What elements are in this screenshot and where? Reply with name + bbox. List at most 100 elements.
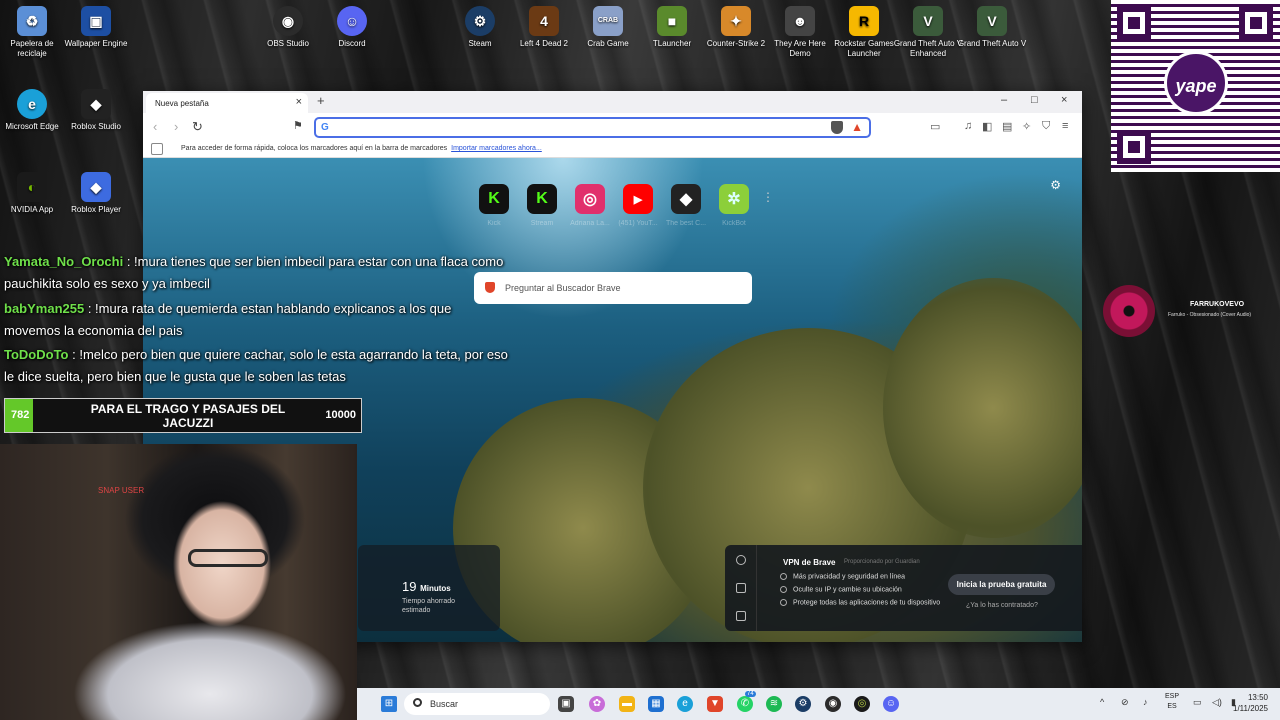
desktop-icon-nvidia[interactable]: ◐ NVIDIA App (0, 172, 68, 215)
app-icon[interactable]: ◎ (854, 696, 870, 712)
task-view-icon[interactable]: ▣ (558, 696, 574, 712)
file-explorer-icon[interactable]: ▬ (619, 696, 635, 712)
card-icon[interactable] (736, 611, 746, 621)
cs2-icon: ✦ (721, 6, 751, 36)
left4dead-icon: 4 (529, 6, 559, 36)
leo-ai-icon[interactable]: ✧ (1022, 120, 1031, 133)
apps-grid-icon[interactable] (151, 143, 163, 155)
more-options-icon[interactable]: ⋮ (762, 190, 774, 204)
brave-icon[interactable]: ▼ (707, 696, 723, 712)
system-clock[interactable]: 13:50 1/11/2025 (1233, 692, 1268, 714)
brave-shields-icon[interactable] (831, 121, 843, 134)
desktop-icon-cs2[interactable]: ✦ Counter-Strike 2 (700, 6, 772, 49)
album-disc-icon (1103, 285, 1155, 337)
start-free-trial-button[interactable]: Inicia la prueba gratuita (948, 574, 1055, 595)
desktop-icon-rockstar[interactable]: R Rockstar Games Launcher (828, 6, 900, 59)
top-site-kick[interactable]: K Kick (474, 184, 514, 227)
vpn-shield-icon[interactable] (736, 555, 746, 565)
microphone-icon[interactable]: ♪ (1143, 697, 1148, 707)
wallet-icon[interactable]: ▤ (1002, 120, 1012, 133)
chat-message: Yamata_No_Orochi : !mura tienes que ser … (4, 254, 504, 291)
desktop-icon-left4dead[interactable]: 4 Left 4 Dead 2 (508, 6, 580, 49)
desktop-icon-gta[interactable]: V Grand Theft Auto V (956, 6, 1028, 49)
edge-icon[interactable]: e (677, 696, 693, 712)
bookmark-icon[interactable]: ⚑ (293, 119, 303, 132)
desktop-icon-they-are-here[interactable]: ☻ They Are Here Demo (764, 6, 836, 59)
desktop-icon-tlauncher[interactable]: ■ TLauncher (636, 6, 708, 49)
tab-new-tab[interactable]: Nueva pestaña × (146, 93, 308, 113)
sidebar-icon[interactable]: ◧ (982, 120, 992, 133)
media-icon[interactable]: ♫ (964, 120, 972, 132)
top-site-stream[interactable]: K Stream (522, 184, 562, 227)
copilot-icon[interactable]: ✿ (589, 696, 605, 712)
instagram-icon: ◎ (575, 184, 605, 214)
top-site-youtube[interactable]: ▶ (451) YouT... (618, 184, 658, 227)
address-bar[interactable]: G ▲ (314, 117, 871, 138)
desktop-icon-roblox-studio[interactable]: ◆ Roblox Studio (60, 89, 132, 132)
input-language[interactable]: ESP ES (1165, 692, 1179, 712)
steam-icon[interactable]: ⚙ (795, 696, 811, 712)
desktop-icon-gta-enhanced[interactable]: V Grand Theft Auto V Enhanced (892, 6, 964, 59)
rockstar-icon: R (849, 6, 879, 36)
volume-icon[interactable]: ◁) (1212, 697, 1222, 708)
back-button[interactable]: ‹ (153, 119, 157, 134)
desktop-icon-steam[interactable]: ⚙ Steam (444, 6, 516, 49)
customize-gear-icon[interactable]: ⚙ (1050, 178, 1061, 192)
top-site-the-best[interactable]: ◆ The best C... (666, 184, 706, 227)
toolbar: ‹ › ↻ ⚑ G ▲ ▭ ♫ ◧ ▤ ✧ ⛉ ≡ (143, 113, 1082, 141)
kickbot-icon: ✲ (719, 184, 749, 214)
warning-icon[interactable] (736, 583, 746, 593)
discord-icon[interactable]: ☺ (883, 696, 899, 712)
alien-icon: ☻ (785, 6, 815, 36)
forward-button[interactable]: › (174, 119, 178, 134)
donation-goal-bar: 782 PARA EL TRAGO Y PASAJES DEL JACUZZI … (4, 398, 362, 433)
desktop-icon-crab-game[interactable]: CRAB Crab Game (572, 6, 644, 49)
time-saved-widget: 19 Minutos Tiempo ahorrado estimado (358, 545, 500, 631)
network-off-icon[interactable]: ⊘ (1121, 697, 1129, 708)
close-tab-icon[interactable]: × (296, 96, 302, 108)
qr-finder (1117, 130, 1151, 164)
google-icon: G (321, 122, 329, 133)
obs-icon[interactable]: ◉ (825, 696, 841, 712)
discord-icon: ☺ (337, 6, 367, 36)
already-purchased-link[interactable]: ¿Ya lo has contratado? (966, 602, 1038, 609)
roblox-icon: ◆ (81, 172, 111, 202)
tab-search-icon[interactable]: ▭ (930, 120, 940, 133)
glasses (188, 549, 268, 567)
desktop-icon-wallpaper-engine[interactable]: ▣ Wallpaper Engine (60, 6, 132, 49)
vpn-icon[interactable]: ⛉ (1042, 120, 1050, 133)
desktop-icon-roblox[interactable]: ◆ Roblox Player (60, 172, 132, 215)
vpn-promo-widget: VPN de Brave Proporcionado por Guardian … (725, 545, 1082, 631)
microsoft-store-icon[interactable]: ▦ (648, 696, 664, 712)
tlauncher-icon: ■ (657, 6, 687, 36)
desktop-icon-recycle-bin[interactable]: ♻ Papelera de reciclaje (0, 6, 68, 59)
reload-button[interactable]: ↻ (192, 119, 203, 135)
desktop-icon-discord[interactable]: ☺ Discord (316, 6, 388, 49)
game-icon: ◆ (671, 184, 701, 214)
kick-icon: K (527, 184, 557, 214)
top-site-kickbot[interactable]: ✲ KickBot (714, 184, 754, 227)
new-tab-button[interactable]: + (317, 93, 325, 108)
import-bookmarks-link[interactable]: Importar marcadores ahora... (451, 145, 542, 152)
maximize-button[interactable]: □ (1031, 94, 1038, 106)
tray-chevron-icon[interactable]: ^ (1100, 697, 1104, 707)
spotify-icon[interactable]: ≋ (766, 696, 782, 712)
desktop-icon-obs[interactable]: ◉ OBS Studio (252, 6, 324, 49)
top-site-instagram[interactable]: ◎ Adriana La... (570, 184, 610, 227)
gta-icon: V (913, 6, 943, 36)
menu-icon[interactable]: ≡ (1062, 120, 1068, 132)
display-icon[interactable]: ▭ (1193, 697, 1202, 708)
minimize-button[interactable]: – (1001, 94, 1007, 106)
taskbar-search-box[interactable]: Buscar (404, 693, 550, 715)
wallpaper-engine-icon: ▣ (81, 6, 111, 36)
obs-icon: ◉ (273, 6, 303, 36)
desktop-icon-edge[interactable]: e Microsoft Edge (0, 89, 68, 132)
qr-finder (1117, 6, 1151, 40)
crab-game-icon: CRAB (593, 6, 623, 36)
whatsapp-icon[interactable]: ✆ (737, 696, 753, 712)
close-window-button[interactable]: × (1061, 94, 1067, 106)
now-playing-widget: FARRUKOVEVO Farruko - Obsesionado (Cover… (1103, 285, 1271, 337)
start-windows-icon[interactable]: ⊞ (381, 696, 397, 712)
brave-rewards-icon[interactable]: ▲ (851, 120, 863, 134)
chat-message: ToDoDoTo : !melco pero bien que quiere c… (4, 347, 508, 384)
